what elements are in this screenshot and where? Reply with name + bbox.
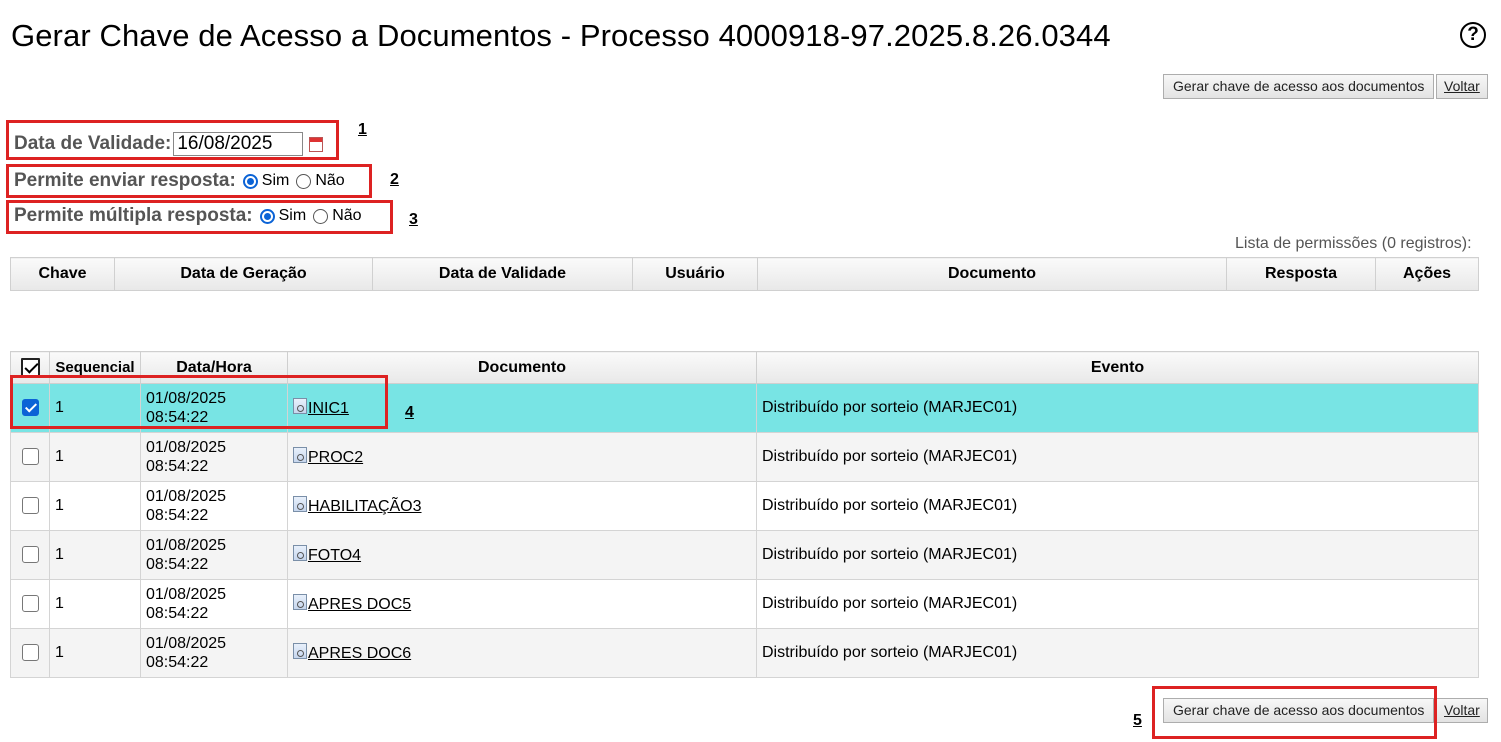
sequence-cell: 1	[49, 530, 141, 580]
document-cell: APRES DOC6	[287, 628, 757, 678]
event-cell: Distribuído por sorteio (MARJEC01)	[756, 481, 1479, 531]
annotation-box-4	[10, 375, 388, 429]
row-checkbox-cell	[10, 628, 50, 678]
col-documento[interactable]: Documento	[757, 257, 1227, 291]
back-label-bottom: Voltar	[1444, 702, 1480, 718]
datetime-cell: 01/08/2025 08:54:22	[140, 628, 288, 678]
sequence-cell: 1	[49, 481, 141, 531]
row-time: 08:54:22	[146, 556, 209, 573]
document-link[interactable]: APRES DOC5	[308, 596, 411, 613]
col-data-geracao[interactable]: Data de Geração	[114, 257, 373, 291]
table-row[interactable]: 1 01/08/2025 08:54:22 HABILITAÇÃO3 Distri…	[10, 481, 1479, 531]
row-time: 08:54:22	[146, 507, 209, 524]
table-row[interactable]: 1 01/08/2025 08:54:22 PROC2 Distribuído p…	[10, 432, 1479, 482]
row-date: 01/08/2025	[146, 635, 227, 652]
table-row[interactable]: 1 01/08/2025 08:54:22 APRES DOC6 Distribu…	[10, 628, 1479, 678]
document-cell: FOTO4	[287, 530, 757, 580]
document-cell: HABILITAÇÃO3	[287, 481, 757, 531]
row-time: 08:54:22	[146, 654, 209, 671]
document-icon[interactable]	[293, 496, 307, 512]
annotation-marker-5: 5	[1133, 712, 1142, 729]
col-usuario[interactable]: Usuário	[632, 257, 758, 291]
permissions-header-row: Chave Data de Geração Data de Validade U…	[10, 257, 1479, 291]
row-date: 01/08/2025	[146, 537, 227, 554]
table-row[interactable]: 1 01/08/2025 08:54:22 FOTO4 Distribuído p…	[10, 530, 1479, 580]
annotation-box-2	[6, 164, 372, 198]
row-checkbox[interactable]	[22, 497, 39, 515]
annotation-marker-4: 4	[405, 404, 414, 421]
document-icon[interactable]	[293, 594, 307, 610]
annotation-box-1	[6, 120, 339, 160]
row-checkbox[interactable]	[22, 546, 39, 564]
page-title: Gerar Chave de Acesso a Documentos - Pro…	[11, 18, 1111, 53]
generate-key-button-top[interactable]: Gerar chave de acesso aos documentos	[1163, 74, 1435, 99]
event-cell: Distribuído por sorteio (MARJEC01)	[756, 432, 1479, 482]
document-icon[interactable]	[293, 545, 307, 561]
event-cell: Distribuído por sorteio (MARJEC01)	[756, 383, 1479, 433]
document-icon[interactable]	[293, 447, 307, 463]
row-date: 01/08/2025	[146, 439, 227, 456]
row-time: 08:54:22	[146, 605, 209, 622]
document-link[interactable]: PROC2	[308, 449, 363, 466]
back-button-top[interactable]: Voltar	[1436, 74, 1488, 99]
col-evento[interactable]: Evento	[756, 351, 1479, 384]
datetime-cell: 01/08/2025 08:54:22	[140, 530, 288, 580]
annotation-box-3	[6, 200, 393, 234]
help-icon[interactable]: ?	[1460, 22, 1486, 48]
permissions-table: Chave Data de Geração Data de Validade U…	[10, 257, 1479, 291]
back-label-top: Voltar	[1444, 78, 1480, 94]
row-time: 08:54:22	[146, 458, 209, 475]
sequence-cell: 1	[49, 432, 141, 482]
permissions-caption: Lista de permissões (0 registros):	[1235, 235, 1472, 252]
col-acoes: Ações	[1375, 257, 1479, 291]
row-checkbox-cell	[10, 432, 50, 482]
document-link[interactable]: FOTO4	[308, 547, 361, 564]
annotation-marker-1: 1	[358, 121, 367, 138]
row-checkbox-cell	[10, 481, 50, 531]
sequence-cell: 1	[49, 579, 141, 629]
table-row[interactable]: 1 01/08/2025 08:54:22 APRES DOC5 Distribu…	[10, 579, 1479, 629]
row-date: 01/08/2025	[146, 586, 227, 603]
row-checkbox[interactable]	[22, 595, 39, 613]
document-cell: APRES DOC5	[287, 579, 757, 629]
row-checkbox[interactable]	[22, 644, 39, 662]
row-checkbox-cell	[10, 530, 50, 580]
datetime-cell: 01/08/2025 08:54:22	[140, 481, 288, 531]
event-cell: Distribuído por sorteio (MARJEC01)	[756, 628, 1479, 678]
document-cell: PROC2	[287, 432, 757, 482]
col-resposta[interactable]: Resposta	[1226, 257, 1376, 291]
sequence-cell: 1	[49, 628, 141, 678]
col-chave[interactable]: Chave	[10, 257, 115, 291]
document-link[interactable]: APRES DOC6	[308, 645, 411, 662]
document-link[interactable]: HABILITAÇÃO3	[308, 498, 422, 515]
row-date: 01/08/2025	[146, 488, 227, 505]
event-cell: Distribuído por sorteio (MARJEC01)	[756, 579, 1479, 629]
annotation-box-5	[1152, 686, 1437, 739]
row-checkbox-cell	[10, 579, 50, 629]
event-cell: Distribuído por sorteio (MARJEC01)	[756, 530, 1479, 580]
back-button-bottom[interactable]: Voltar	[1436, 698, 1488, 723]
col-data-validade[interactable]: Data de Validade	[372, 257, 633, 291]
annotation-marker-3: 3	[409, 211, 418, 228]
annotation-marker-2: 2	[390, 171, 399, 188]
datetime-cell: 01/08/2025 08:54:22	[140, 432, 288, 482]
document-icon[interactable]	[293, 643, 307, 659]
row-checkbox[interactable]	[22, 448, 39, 466]
datetime-cell: 01/08/2025 08:54:22	[140, 579, 288, 629]
